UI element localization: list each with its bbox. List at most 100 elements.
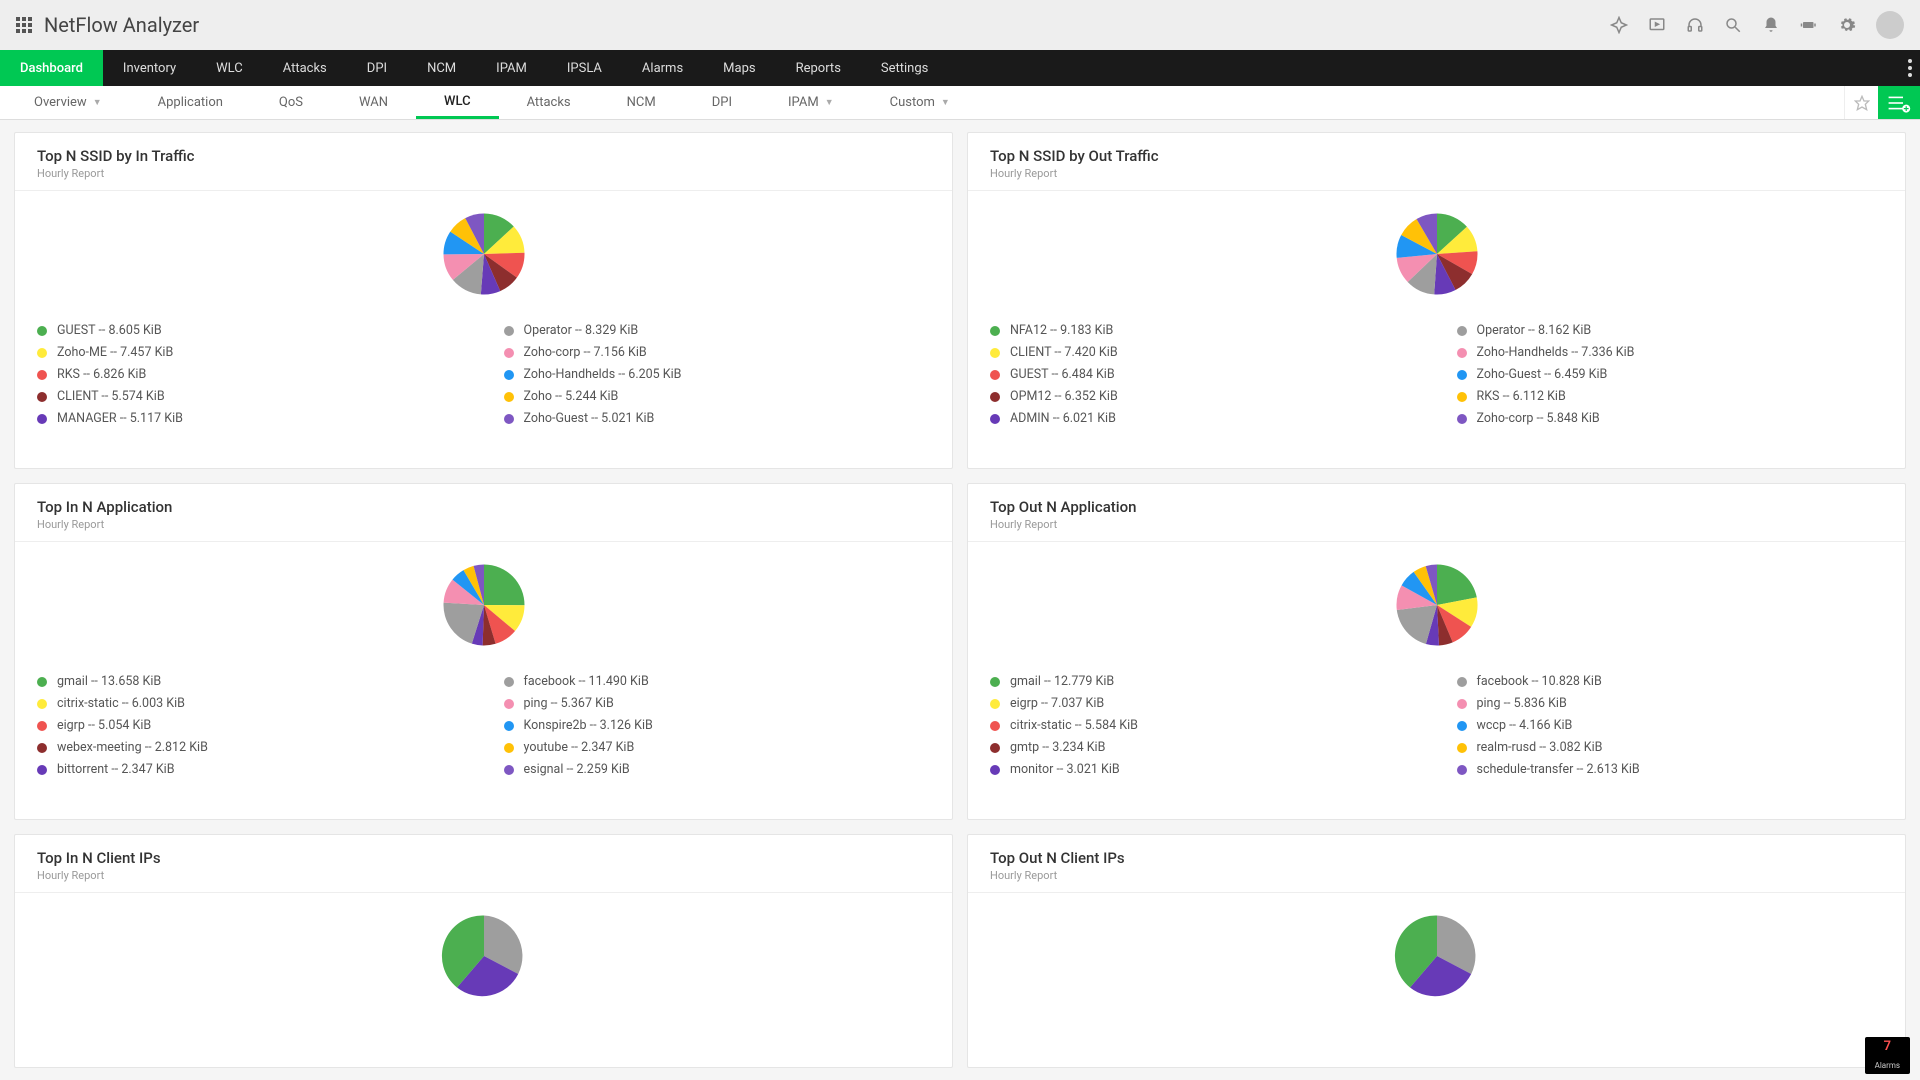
legend-item[interactable]: gmail -- 13.658 KiB (37, 674, 464, 689)
widget-body: gmail -- 13.658 KiB citrix-static -- 6.00… (15, 542, 952, 801)
legend-item[interactable]: realm-rusd -- 3.082 KiB (1457, 740, 1884, 755)
legend-item[interactable]: esignal -- 2.259 KiB (504, 762, 931, 777)
legend-item[interactable]: gmtp -- 3.234 KiB (990, 740, 1417, 755)
legend-item[interactable]: GUEST -- 8.605 KiB (37, 323, 464, 338)
nav-ncm[interactable]: NCM (407, 50, 476, 86)
legend-item[interactable]: Konspire2b -- 3.126 KiB (504, 718, 931, 733)
screen-icon[interactable] (1648, 16, 1666, 34)
subnav-custom[interactable]: Custom▼ (862, 86, 978, 119)
legend-item[interactable]: Zoho-corp -- 7.156 KiB (504, 345, 931, 360)
widget-subtitle: Hourly Report (37, 869, 930, 882)
legend-item[interactable]: Zoho-Guest -- 5.021 KiB (504, 411, 931, 426)
nav-reports[interactable]: Reports (776, 50, 861, 86)
legend-dot (504, 765, 514, 775)
nav-ipam[interactable]: IPAM (476, 50, 547, 86)
legend-text: Zoho-Guest -- 6.459 KiB (1477, 367, 1608, 382)
search-icon[interactable] (1724, 16, 1742, 34)
legend-text: gmail -- 13.658 KiB (57, 674, 161, 689)
legend-item[interactable]: CLIENT -- 5.574 KiB (37, 389, 464, 404)
legend-item[interactable]: OPM12 -- 6.352 KiB (990, 389, 1417, 404)
legend-item[interactable]: ping -- 5.836 KiB (1457, 696, 1884, 711)
app-switcher-icon[interactable] (16, 17, 32, 33)
legend-item[interactable]: NFA12 -- 9.183 KiB (990, 323, 1417, 338)
legend-item[interactable]: schedule-transfer -- 2.613 KiB (1457, 762, 1884, 777)
bell-icon[interactable] (1762, 16, 1780, 34)
legend-item[interactable]: gmail -- 12.779 KiB (990, 674, 1417, 689)
legend-dot (504, 699, 514, 709)
legend-item[interactable]: youtube -- 2.347 KiB (504, 740, 931, 755)
legend-dot (37, 699, 47, 709)
legend-item[interactable]: ping -- 5.367 KiB (504, 696, 931, 711)
subnav-ipam[interactable]: IPAM ▼ (760, 86, 862, 119)
nav-dashboard[interactable]: Dashboard (0, 50, 103, 86)
nav-wlc[interactable]: WLC (196, 50, 263, 86)
legend-text: RKS -- 6.112 KiB (1477, 389, 1566, 404)
legend-item[interactable]: RKS -- 6.112 KiB (1457, 389, 1884, 404)
add-widget-button[interactable] (1878, 86, 1920, 119)
nav-attacks[interactable]: Attacks (263, 50, 347, 86)
legend-item[interactable]: citrix-static -- 6.003 KiB (37, 696, 464, 711)
legend-item[interactable]: facebook -- 10.828 KiB (1457, 674, 1884, 689)
legend-item[interactable]: MANAGER -- 5.117 KiB (37, 411, 464, 426)
nav-more-icon[interactable] (1908, 50, 1912, 86)
subnav-overview[interactable]: Overview▼ (6, 86, 130, 119)
subnav-application[interactable]: Application (130, 86, 251, 119)
legend-text: OPM12 -- 6.352 KiB (1010, 389, 1118, 404)
legend-item[interactable]: Zoho -- 5.244 KiB (504, 389, 931, 404)
legend-item[interactable]: eigrp -- 7.037 KiB (990, 696, 1417, 711)
widget-header: Top N SSID by Out Traffic Hourly Report (968, 133, 1905, 191)
legend-item[interactable]: Zoho-Handhelds -- 6.205 KiB (504, 367, 931, 382)
legend-item[interactable]: monitor -- 3.021 KiB (990, 762, 1417, 777)
legend-item[interactable]: webex-meeting -- 2.812 KiB (37, 740, 464, 755)
legend-item[interactable]: bittorrent -- 2.347 KiB (37, 762, 464, 777)
avatar[interactable] (1876, 11, 1904, 39)
nav-maps[interactable]: Maps (703, 50, 775, 86)
legend-item[interactable]: eigrp -- 5.054 KiB (37, 718, 464, 733)
legend-item[interactable]: wccp -- 4.166 KiB (1457, 718, 1884, 733)
chevron-down-icon: ▼ (825, 97, 834, 108)
legend-item[interactable]: Zoho-Guest -- 6.459 KiB (1457, 367, 1884, 382)
battery-icon[interactable] (1800, 16, 1818, 34)
favorite-icon[interactable] (1844, 86, 1878, 119)
subnav-ncm[interactable]: NCM (599, 86, 684, 119)
gear-icon[interactable] (1838, 16, 1856, 34)
legend-text: Zoho-Guest -- 5.021 KiB (524, 411, 655, 426)
legend-item[interactable]: citrix-static -- 5.584 KiB (990, 718, 1417, 733)
pie-chart (439, 560, 529, 650)
subnav-qos[interactable]: QoS (251, 86, 331, 119)
legend-item[interactable]: CLIENT -- 7.420 KiB (990, 345, 1417, 360)
legend-dot (990, 765, 1000, 775)
nav-ipsla[interactable]: IPSLA (547, 50, 622, 86)
alarm-badge[interactable]: 7 Alarms (1865, 1037, 1910, 1074)
nav-inventory[interactable]: Inventory (103, 50, 196, 86)
nav-alarms[interactable]: Alarms (622, 50, 703, 86)
legend-item[interactable]: ADMIN -- 6.021 KiB (990, 411, 1417, 426)
rocket-icon[interactable] (1610, 16, 1628, 34)
widget-subtitle: Hourly Report (37, 167, 930, 180)
main-nav: DashboardInventoryWLCAttacksDPINCMIPAMIP… (0, 50, 1920, 86)
legend-item[interactable]: Zoho-ME -- 7.457 KiB (37, 345, 464, 360)
legend-dot (1457, 721, 1467, 731)
legend-item[interactable]: Zoho-Handhelds -- 7.336 KiB (1457, 345, 1884, 360)
subnav-label: IPAM (788, 95, 819, 110)
legend-item[interactable]: Operator -- 8.162 KiB (1457, 323, 1884, 338)
legend-dot (504, 326, 514, 336)
legend-item[interactable]: facebook -- 11.490 KiB (504, 674, 931, 689)
legend-item[interactable]: RKS -- 6.826 KiB (37, 367, 464, 382)
subnav-attacks[interactable]: Attacks (499, 86, 599, 119)
legend-dot (990, 348, 1000, 358)
subnav-dpi[interactable]: DPI (684, 86, 760, 119)
widget-subtitle: Hourly Report (37, 518, 930, 531)
legend-text: eigrp -- 5.054 KiB (57, 718, 151, 733)
legend-text: Konspire2b -- 3.126 KiB (524, 718, 653, 733)
legend-item[interactable]: Operator -- 8.329 KiB (504, 323, 931, 338)
nav-dpi[interactable]: DPI (347, 50, 407, 86)
headset-icon[interactable] (1686, 16, 1704, 34)
subnav-wan[interactable]: WAN (331, 86, 416, 119)
legend-text: schedule-transfer -- 2.613 KiB (1477, 762, 1640, 777)
legend-text: gmail -- 12.779 KiB (1010, 674, 1114, 689)
nav-settings[interactable]: Settings (861, 50, 948, 86)
subnav-wlc[interactable]: WLC (416, 86, 499, 119)
legend-item[interactable]: GUEST -- 6.484 KiB (990, 367, 1417, 382)
legend-item[interactable]: Zoho-corp -- 5.848 KiB (1457, 411, 1884, 426)
